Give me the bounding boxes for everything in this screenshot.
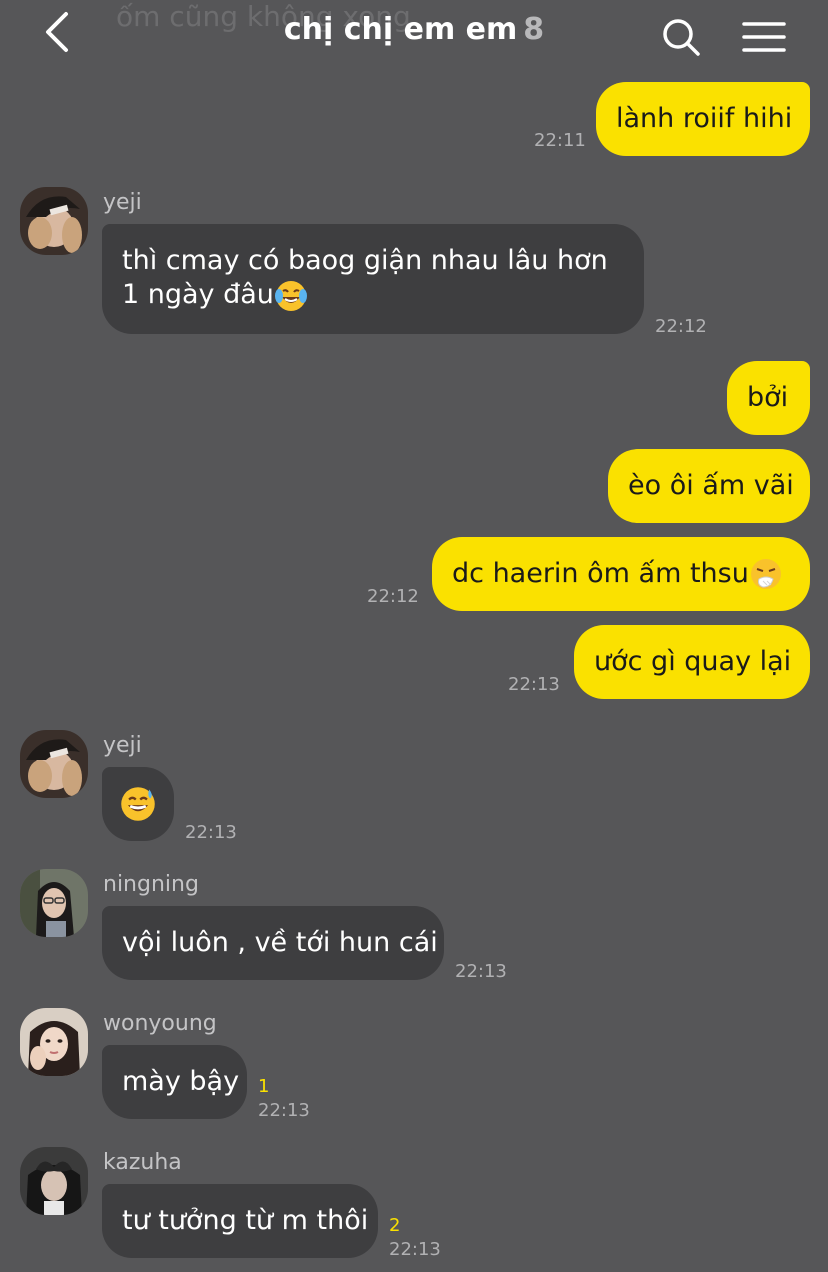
avatar-photo xyxy=(20,1147,88,1215)
grinning-face-with-sweat-icon xyxy=(121,787,155,821)
message-text: tư tưởng từ m thôi xyxy=(122,1205,369,1236)
message-time: 22:12 xyxy=(367,586,419,607)
their-message-bubble[interactable]: vội luôn , về tới hun cái xyxy=(102,906,444,980)
message-text: èo ôi ấm vãi xyxy=(628,470,794,501)
avatar-yeji[interactable] xyxy=(20,730,88,798)
unread-count: 1 xyxy=(258,1076,270,1097)
message-text: dc haerin ôm ấm thsu xyxy=(452,558,749,589)
message-text: bởi xyxy=(747,382,789,413)
message-time: 22:13 xyxy=(258,1100,310,1121)
message-time: 22:12 xyxy=(655,316,707,337)
my-message-bubble[interactable]: lành roiif hihi xyxy=(596,82,810,156)
hamburger-menu-icon xyxy=(742,22,786,52)
sender-name: yeji xyxy=(103,733,142,758)
member-count: 8 xyxy=(523,12,545,47)
chat-header: ốm cũng không xong chị chị em em 8 xyxy=(0,0,828,70)
their-message-bubble[interactable]: tư tưởng từ m thôi xyxy=(102,1184,378,1258)
their-message-bubble[interactable]: mày bậy xyxy=(102,1045,247,1119)
message-text: mày bậy xyxy=(122,1066,240,1097)
message-time: 22:13 xyxy=(185,822,237,843)
message-time: 22:13 xyxy=(389,1239,441,1260)
search-button[interactable] xyxy=(660,16,704,60)
sender-name: wonyoung xyxy=(103,1011,217,1036)
avatar-kazuha[interactable] xyxy=(20,1147,88,1215)
menu-button[interactable] xyxy=(740,18,788,56)
avatar-ningning[interactable] xyxy=(20,869,88,937)
face-with-tears-of-joy-icon xyxy=(274,280,307,311)
sender-name: ningning xyxy=(103,872,199,897)
avatar-wonyoung[interactable] xyxy=(20,1008,88,1076)
message-time: 22:13 xyxy=(455,961,507,982)
message-text-wrap: thì cmay có baog giận nhau lâu hơn 1 ngà… xyxy=(122,244,624,313)
message-text: lành roiif hihi xyxy=(616,103,793,134)
avatar-photo xyxy=(20,187,88,255)
avatar-photo xyxy=(20,1008,88,1076)
search-icon xyxy=(663,19,700,56)
message-time: 22:13 xyxy=(508,674,560,695)
my-message-bubble[interactable]: dc haerin ôm ấm thsu xyxy=(432,537,810,611)
message-text: ước gì quay lại xyxy=(594,646,792,677)
sender-name: yeji xyxy=(103,190,142,215)
message-text: vội luôn , về tới hun cái xyxy=(122,927,438,958)
chat-room-name: chị chị em em xyxy=(283,12,518,47)
their-message-bubble[interactable] xyxy=(102,767,174,841)
their-message-bubble[interactable]: thì cmay có baog giận nhau lâu hơn 1 ngà… xyxy=(102,224,644,334)
message-time: 22:11 xyxy=(534,130,586,151)
my-message-bubble[interactable]: bởi xyxy=(727,361,810,435)
unread-count: 2 xyxy=(389,1215,401,1236)
my-message-bubble[interactable]: èo ôi ấm vãi xyxy=(608,449,810,523)
avatar-photo xyxy=(20,730,88,798)
sender-name: kazuha xyxy=(103,1150,182,1175)
message-text: thì cmay có baog giận nhau lâu hơn 1 ngà… xyxy=(122,245,608,310)
sneezing-face-icon xyxy=(750,559,781,589)
avatar-photo xyxy=(20,869,88,937)
avatar-yeji[interactable] xyxy=(20,187,88,255)
my-message-bubble[interactable]: ước gì quay lại xyxy=(574,625,810,699)
